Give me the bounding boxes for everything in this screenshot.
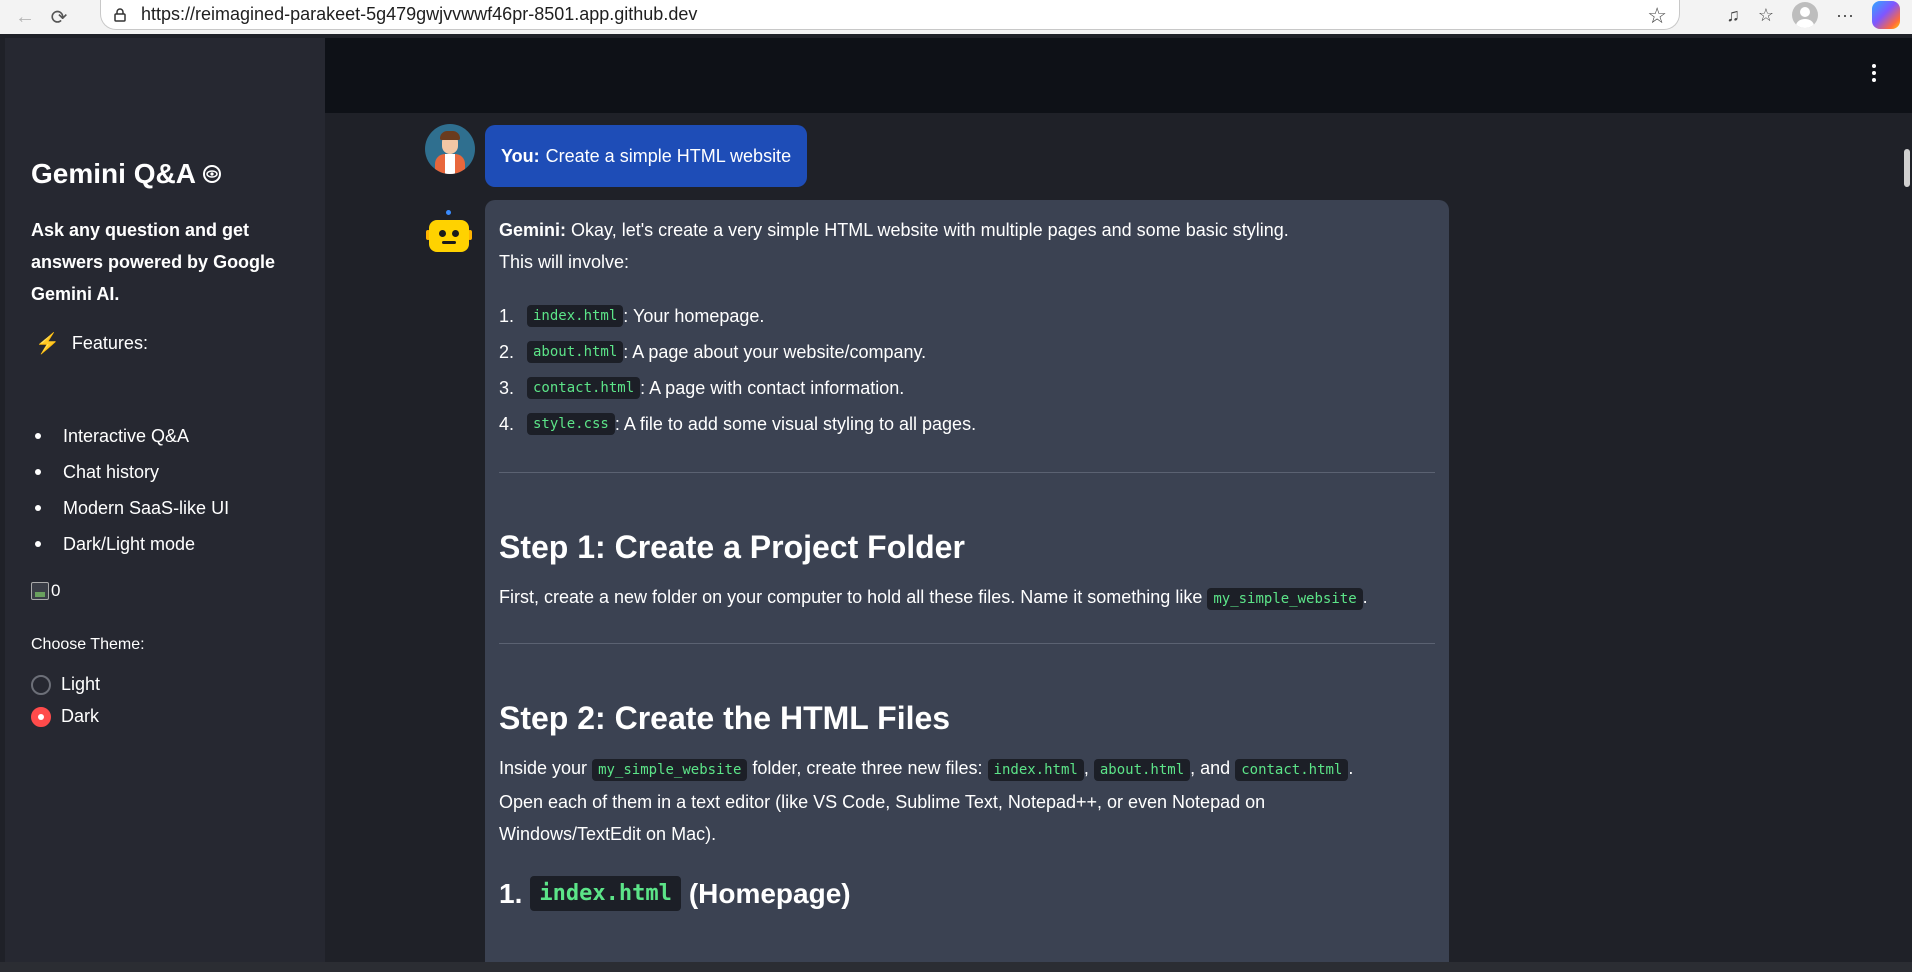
features-heading: ⚡ Features: [35, 331, 148, 356]
theme-option-dark[interactable]: Dark [31, 706, 99, 727]
inline-code: about.html [527, 341, 624, 363]
radio-dark[interactable] [31, 706, 51, 727]
inline-code: my_simple_website [592, 759, 748, 781]
scrollbar-thumb[interactable] [1904, 149, 1910, 187]
step2-text-part: , [1083, 758, 1089, 778]
list-item: 2. about.html: A page about your website/… [499, 334, 1435, 370]
profile-icon[interactable] [1792, 2, 1819, 28]
features-label: Features: [71, 333, 148, 353]
radio-light[interactable] [31, 674, 51, 695]
feature-item: Modern SaaS-like UI [35, 490, 229, 526]
user-message-text: Create a simple HTML website [545, 145, 792, 166]
list-text: : A page about your website/company. [623, 341, 927, 362]
radio-label: Dark [61, 706, 100, 726]
sidebar-title: Gemini Q&A [31, 158, 196, 189]
substep-num: 1. [499, 877, 523, 909]
broken-image: 0 [31, 581, 60, 601]
browser-actions: ♫ ☆ ··· [1726, 0, 1912, 30]
bottom-strip [0, 962, 1912, 972]
list-item: 1. index.html: Your homepage. [499, 298, 1435, 334]
radio-label: Light [61, 674, 101, 694]
bot-intro-line2: This will involve: [499, 252, 630, 272]
app-header [325, 38, 1912, 113]
bot-avatar [425, 210, 473, 258]
sidebar-title-row: Gemini Q&A [31, 158, 222, 190]
step2-line3: Windows/TextEdit on Mac). [499, 824, 717, 844]
sidebar-description: Ask any question and get answers powered… [31, 220, 276, 304]
kebab-menu-icon[interactable] [1872, 64, 1876, 82]
step2-text-part: folder, create three new files: [752, 758, 983, 778]
copilot-icon[interactable] [1872, 1, 1900, 29]
step1-text-before: First, create a new folder on your compu… [499, 587, 1203, 607]
step2-text-part: , and [1190, 758, 1231, 778]
broken-image-icon [31, 582, 49, 600]
inline-code: about.html [1093, 759, 1191, 781]
list-text: : A file to add some visual styling to a… [614, 413, 977, 434]
user-speaker: You: [501, 145, 540, 166]
step2-text: Inside your my_simple_website folder, cr… [499, 752, 1435, 850]
list-num: 2. [499, 341, 515, 362]
back-arrow-icon[interactable]: ← [8, 0, 42, 34]
list-num: 1. [499, 305, 515, 326]
feature-item: Chat history [35, 454, 229, 490]
step2-text-part: Inside your [499, 758, 588, 778]
step1-text: First, create a new folder on your compu… [499, 581, 1435, 615]
list-text: : A page with contact information. [640, 377, 905, 398]
inline-code: contact.html [1235, 759, 1349, 781]
substep-heading: 1. index.html (Homepage) [499, 876, 1435, 911]
step2-text-part: . [1348, 758, 1354, 778]
file-list: 1. index.html: Your homepage. 2. about.htm… [499, 298, 1435, 442]
list-item: 3. contact.html: A page with contact info… [499, 370, 1435, 406]
list-text: : Your homepage. [623, 305, 765, 326]
eye-icon [202, 165, 221, 183]
list-item: 4. style.css: A file to add some visual s… [499, 406, 1435, 442]
bolt-icon: ⚡ [35, 333, 60, 355]
inline-code: index.html [530, 876, 681, 911]
scrollbar[interactable] [1902, 113, 1912, 962]
star-icon[interactable]: ☆ [1647, 3, 1667, 29]
refresh-icon[interactable]: ⟳ [42, 0, 76, 34]
bot-intro: Gemini: Okay, let's create a very simple … [499, 214, 1435, 246]
inline-code: index.html [527, 305, 624, 327]
address-bar[interactable]: https://reimagined-parakeet-5g479gwjvvww… [100, 0, 1680, 30]
step1-heading: Step 1: Create a Project Folder [499, 529, 965, 565]
bot-message: Gemini: Okay, let's create a very simple … [485, 200, 1449, 962]
step1-text-after: . [1362, 587, 1368, 607]
main-area: You: Create a simple HTML website Gemini… [325, 38, 1912, 962]
broken-image-alt: 0 [51, 581, 61, 600]
substep-text: (Homepage) [688, 877, 851, 909]
divider [499, 643, 1435, 644]
inline-code: index.html [987, 759, 1084, 781]
inline-code: my_simple_website [1207, 588, 1363, 610]
more-icon[interactable]: ··· [1836, 5, 1854, 26]
user-avatar [425, 124, 475, 174]
inline-code: style.css [527, 413, 615, 435]
step2-line2: Open each of them in a text editor (like… [499, 792, 1266, 812]
user-message: You: Create a simple HTML website [485, 125, 808, 187]
theme-label: Choose Theme: [31, 636, 145, 653]
lock-icon [114, 7, 126, 22]
list-num: 3. [499, 377, 515, 398]
favorites-icon[interactable]: ☆ [1758, 5, 1774, 26]
inline-code: contact.html [527, 377, 641, 399]
bot-speaker: Gemini: [499, 220, 567, 240]
list-num: 4. [499, 413, 515, 434]
features-list: Interactive Q&A Chat history Modern SaaS… [35, 418, 229, 562]
bot-intro-text: Okay, let's create a very simple HTML we… [571, 220, 1289, 240]
step2-heading: Step 2: Create the HTML Files [499, 700, 951, 736]
url-text: https://reimagined-parakeet-5g479gwjvvww… [141, 4, 698, 24]
theme-option-light[interactable]: Light [31, 674, 100, 695]
feature-item: Dark/Light mode [35, 526, 229, 562]
music-icon[interactable]: ♫ [1726, 5, 1740, 26]
sidebar: Gemini Q&A Ask any question and get answ… [5, 38, 325, 962]
feature-item: Interactive Q&A [35, 418, 229, 454]
divider [499, 472, 1435, 473]
